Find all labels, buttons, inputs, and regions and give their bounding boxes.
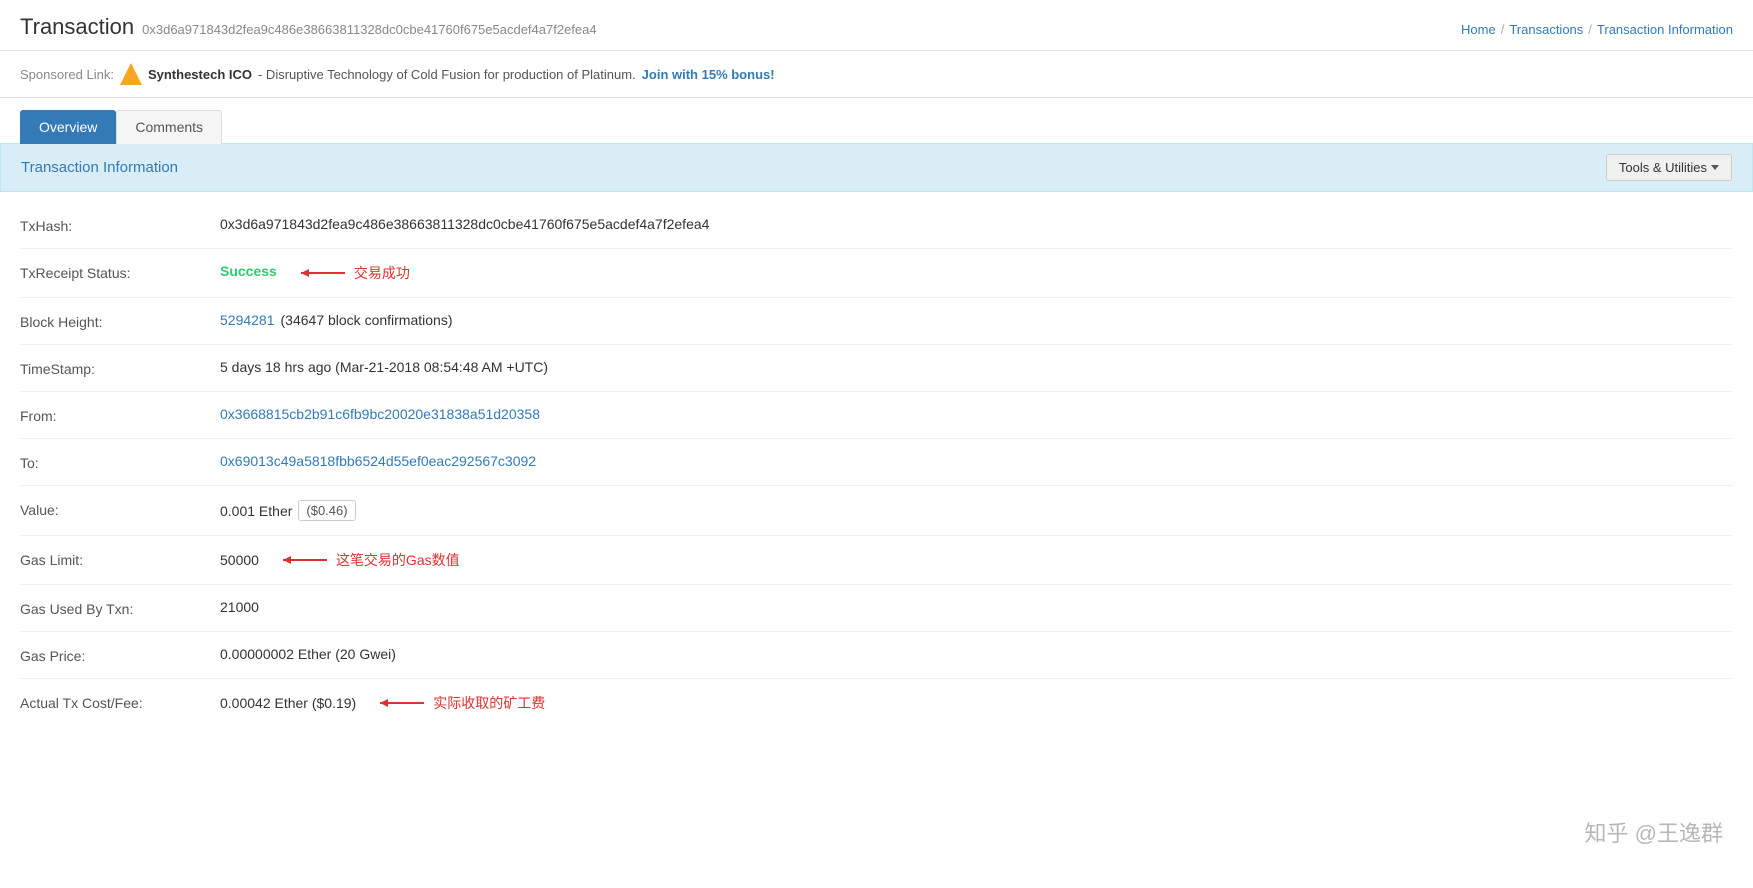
page-header: Transaction 0x3d6a971843d2fea9c486e38663… <box>0 0 1753 51</box>
annotation-success: 交易成功 <box>354 263 410 283</box>
label-value: Value: <box>20 500 220 518</box>
label-gas-price: Gas Price: <box>20 646 220 664</box>
value-block-height: 5294281 (34647 block confirmations) <box>220 312 1733 328</box>
usd-badge: ($0.46) <box>298 500 355 521</box>
from-address-link[interactable]: 0x3668815cb2b91c6fb9bc20020e31838a51d203… <box>220 406 540 422</box>
row-txreceipt-status: TxReceipt Status: Success 交易成功 <box>20 249 1733 298</box>
label-gas-limit: Gas Limit: <box>20 550 220 568</box>
row-gas-price: Gas Price: 0.00000002 Ether (20 Gwei) <box>20 632 1733 679</box>
info-table: TxHash: 0x3d6a971843d2fea9c486e386638113… <box>0 192 1753 737</box>
tabs: Overview Comments <box>20 110 1733 144</box>
value-to: 0x69013c49a5818fbb6524d55ef0eac292567c30… <box>220 453 1733 469</box>
label-actual-tx-cost: Actual Tx Cost/Fee: <box>20 693 220 711</box>
tools-utilities-button[interactable]: Tools & Utilities <box>1606 154 1732 181</box>
row-txhash: TxHash: 0x3d6a971843d2fea9c486e386638113… <box>20 202 1733 249</box>
sponsor-link[interactable]: Join with 15% bonus! <box>642 67 775 82</box>
label-from: From: <box>20 406 220 424</box>
label-gas-used: Gas Used By Txn: <box>20 599 220 617</box>
row-gas-limit: Gas Limit: 50000 这笔交易的Gas数值 <box>20 536 1733 585</box>
row-actual-tx-cost: Actual Tx Cost/Fee: 0.00042 Ether ($0.19… <box>20 679 1733 727</box>
to-address-link[interactable]: 0x69013c49a5818fbb6524d55ef0eac292567c30… <box>220 453 536 469</box>
label-to: To: <box>20 453 220 471</box>
gas-price-value: 0.00000002 Ether (20 Gwei) <box>220 646 396 662</box>
sponsor-name: Synthestech ICO <box>148 67 252 82</box>
annotation-tx-cost: 实际收取的矿工费 <box>433 693 545 713</box>
annotation-gas: 这笔交易的Gas数值 <box>336 550 460 570</box>
tab-overview[interactable]: Overview <box>20 110 116 144</box>
actual-tx-cost-value: 0.00042 Ether ($0.19) <box>220 695 356 711</box>
value-timestamp: 5 days 18 hrs ago (Mar-21-2018 08:54:48 … <box>220 359 1733 375</box>
dropdown-caret-icon <box>1711 165 1719 170</box>
title-area: Transaction 0x3d6a971843d2fea9c486e38663… <box>20 14 597 40</box>
block-confirmations: (34647 block confirmations) <box>281 312 453 328</box>
txhash-value: 0x3d6a971843d2fea9c486e38663811328dc0cbe… <box>220 216 709 232</box>
watermark: 知乎 @王逸群 <box>1585 816 1723 848</box>
row-value: Value: 0.001 Ether ($0.46) <box>20 486 1733 536</box>
ether-amount: 0.001 Ether <box>220 503 292 519</box>
arrow-left-gas-icon <box>275 550 330 570</box>
breadcrumb-transactions[interactable]: Transactions <box>1509 22 1583 37</box>
sponsored-bar: Sponsored Link: Synthestech ICO - Disrup… <box>0 51 1753 98</box>
gas-limit-value: 50000 <box>220 552 259 568</box>
sponsor-description: - Disruptive Technology of Cold Fusion f… <box>258 67 636 82</box>
section-header: Transaction Information Tools & Utilitie… <box>0 143 1753 192</box>
sponsored-label: Sponsored Link: <box>20 67 114 82</box>
value-gas-limit: 50000 这笔交易的Gas数值 <box>220 550 1733 570</box>
breadcrumb-current: Transaction Information <box>1597 22 1733 37</box>
row-gas-used: Gas Used By Txn: 21000 <box>20 585 1733 632</box>
arrow-left-icon <box>293 263 348 283</box>
block-number-link[interactable]: 5294281 <box>220 312 275 328</box>
row-block-height: Block Height: 5294281 (34647 block confi… <box>20 298 1733 345</box>
tools-label: Tools & Utilities <box>1619 160 1707 175</box>
tx-hash-title: 0x3d6a971843d2fea9c486e38663811328dc0cbe… <box>142 22 596 37</box>
breadcrumb-sep2: / <box>1588 22 1592 37</box>
status-success-badge: Success <box>220 263 277 279</box>
row-from: From: 0x3668815cb2b91c6fb9bc20020e31838a… <box>20 392 1733 439</box>
value-actual-tx-cost: 0.00042 Ether ($0.19) 实际收取的矿工费 <box>220 693 1733 713</box>
arrow-left-txcost-icon <box>372 693 427 713</box>
tabs-container: Overview Comments <box>0 98 1753 144</box>
label-block-height: Block Height: <box>20 312 220 330</box>
tab-comments[interactable]: Comments <box>116 110 222 144</box>
breadcrumb-home[interactable]: Home <box>1461 22 1496 37</box>
row-timestamp: TimeStamp: 5 days 18 hrs ago (Mar-21-201… <box>20 345 1733 392</box>
label-txreceipt: TxReceipt Status: <box>20 263 220 281</box>
section-title: Transaction Information <box>21 159 178 176</box>
timestamp-value: 5 days 18 hrs ago (Mar-21-2018 08:54:48 … <box>220 359 548 375</box>
value-gas-used: 21000 <box>220 599 1733 615</box>
gas-used-value: 21000 <box>220 599 259 615</box>
breadcrumb: Home / Transactions / Transaction Inform… <box>1461 22 1733 37</box>
label-txhash: TxHash: <box>20 216 220 234</box>
sponsor-logo-icon <box>120 63 142 85</box>
row-to: To: 0x69013c49a5818fbb6524d55ef0eac29256… <box>20 439 1733 486</box>
breadcrumb-sep1: / <box>1501 22 1505 37</box>
value-gas-price: 0.00000002 Ether (20 Gwei) <box>220 646 1733 662</box>
value-txhash: 0x3d6a971843d2fea9c486e38663811328dc0cbe… <box>220 216 1733 232</box>
value-txreceipt: Success 交易成功 <box>220 263 1733 283</box>
label-timestamp: TimeStamp: <box>20 359 220 377</box>
value-from: 0x3668815cb2b91c6fb9bc20020e31838a51d203… <box>220 406 1733 422</box>
value-value: 0.001 Ether ($0.46) <box>220 500 1733 521</box>
page-title: Transaction <box>20 14 134 40</box>
